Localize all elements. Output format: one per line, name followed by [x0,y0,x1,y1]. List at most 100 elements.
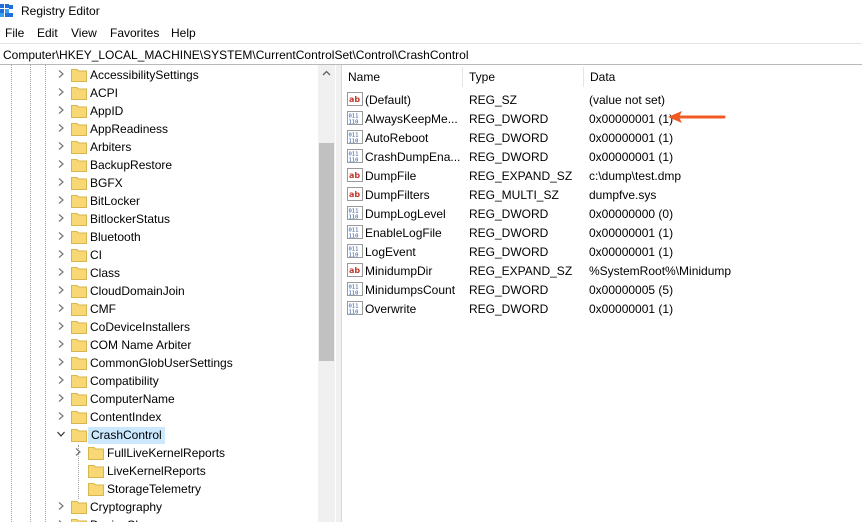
tree-item[interactable]: Class [0,264,318,282]
value-row[interactable]: ab MinidumpDir REG_EXPAND_SZ %SystemRoot%\M… [342,261,863,280]
tree-item-label[interactable]: AppID [88,104,125,119]
value-row[interactable]: 011 110 AlwaysKeepMe... REG_DWORD 0x00000001… [342,109,863,128]
scroll-up-arrow-icon[interactable] [318,65,335,82]
tree-item-label[interactable]: BGFX [88,176,125,191]
chevron-right-icon[interactable] [56,339,66,349]
tree-item[interactable]: ComputerName [0,390,318,408]
tree-item[interactable]: CommonGlobUserSettings [0,354,318,372]
tree-item[interactable]: CrashControl [0,426,318,444]
chevron-right-icon[interactable] [56,267,66,277]
value-row[interactable]: 011 110 CrashDumpEna... REG_DWORD 0x00000001… [342,147,863,166]
tree-item-label[interactable]: Arbiters [88,140,133,155]
tree-item-label[interactable]: BitLocker [88,194,142,209]
chevron-right-icon[interactable] [56,249,66,259]
column-header-data[interactable]: Data [584,65,854,87]
chevron-right-icon[interactable] [56,213,66,223]
tree-item[interactable]: ACPI [0,84,318,102]
tree-item[interactable]: Compatibility [0,372,318,390]
value-row[interactable]: 011 110 EnableLogFile REG_DWORD 0x00000001 (… [342,223,863,242]
chevron-right-icon[interactable] [56,357,66,367]
key-tree[interactable]: AccessibilitySettings ACPI AppID AppReadine… [0,65,336,522]
tree-item[interactable]: BGFX [0,174,318,192]
value-row[interactable]: 011 110 Overwrite REG_DWORD 0x00000001 (1) [342,299,863,318]
chevron-right-icon[interactable] [56,231,66,241]
chevron-right-icon[interactable] [56,501,66,511]
tree-item[interactable]: StorageTelemetry [0,480,318,498]
menu-file[interactable]: File [5,26,24,40]
tree-item-label[interactable]: CoDeviceInstallers [88,320,192,335]
chevron-right-icon[interactable] [56,411,66,421]
tree-item[interactable]: AppReadiness [0,120,318,138]
menu-view[interactable]: View [71,26,97,40]
tree-item[interactable]: Cryptography [0,498,318,516]
tree-item-label[interactable]: AppReadiness [88,122,170,137]
value-row[interactable]: 011 110 AutoReboot REG_DWORD 0x00000001 (1) [342,128,863,147]
tree-item-label[interactable]: StorageTelemetry [105,482,203,497]
tree-item-label[interactable]: Bluetooth [88,230,143,245]
chevron-right-icon[interactable] [56,123,66,133]
tree-item[interactable]: ContentIndex [0,408,318,426]
chevron-down-icon[interactable] [56,429,66,439]
tree-item-label[interactable]: COM Name Arbiter [88,338,193,353]
chevron-right-icon[interactable] [56,141,66,151]
value-row[interactable]: ab DumpFilters REG_MULTI_SZ dumpfve.sys [342,185,863,204]
chevron-right-icon[interactable] [56,375,66,385]
chevron-right-icon[interactable] [56,177,66,187]
tree-item[interactable]: CI [0,246,318,264]
value-row[interactable]: ab (Default) REG_SZ (value not set) [342,90,863,109]
chevron-right-icon[interactable] [56,69,66,79]
tree-item[interactable]: COM Name Arbiter [0,336,318,354]
column-header-type[interactable]: Type [463,65,583,87]
tree-item-label[interactable]: CloudDomainJoin [88,284,187,299]
chevron-right-icon[interactable] [73,447,83,457]
tree-item-label[interactable]: ACPI [88,86,120,101]
chevron-right-icon[interactable] [56,87,66,97]
tree-item-label[interactable]: Cryptography [88,500,164,515]
tree-item-label[interactable]: ComputerName [88,392,177,407]
chevron-right-icon[interactable] [56,321,66,331]
tree-item[interactable]: BackupRestore [0,156,318,174]
address-bar[interactable]: Computer\HKEY_LOCAL_MACHINE\SYSTEM\Curre… [0,43,862,65]
tree-item-label[interactable]: BackupRestore [88,158,174,173]
column-header-name[interactable]: Name [342,65,462,87]
tree-item-label[interactable]: ContentIndex [88,410,163,425]
tree-item-label[interactable]: BitlockerStatus [88,212,172,227]
value-row[interactable]: 011 110 MinidumpsCount REG_DWORD 0x00000005 … [342,280,863,299]
tree-item[interactable]: CMF [0,300,318,318]
tree-item[interactable]: BitLocker [0,192,318,210]
tree-item-label[interactable]: FullLiveKernelReports [105,446,227,461]
value-row[interactable]: ab DumpFile REG_EXPAND_SZ c:\dump\test.dmp [342,166,863,185]
tree-item[interactable]: DeviceClasses [0,516,318,522]
tree-item[interactable]: LiveKernelReports [0,462,318,480]
tree-item-label[interactable]: CrashControl [88,427,165,444]
chevron-right-icon[interactable] [56,159,66,169]
chevron-right-icon[interactable] [56,393,66,403]
tree-scrollbar[interactable] [318,65,335,522]
tree-item[interactable]: CloudDomainJoin [0,282,318,300]
menu-edit[interactable]: Edit [37,26,58,40]
tree-item[interactable]: CoDeviceInstallers [0,318,318,336]
menu-help[interactable]: Help [171,26,196,40]
value-row[interactable]: 011 110 LogEvent REG_DWORD 0x00000001 (1) [342,242,863,261]
values-list[interactable]: Name Type Data ab (Default) REG_SZ (value n… [342,65,863,522]
tree-item[interactable]: AppID [0,102,318,120]
tree-item-label[interactable]: DeviceClasses [88,518,171,522]
tree-item-label[interactable]: Class [88,266,122,281]
tree-item-label[interactable]: AccessibilitySettings [88,68,201,83]
tree-item[interactable]: BitlockerStatus [0,210,318,228]
tree-item-label[interactable]: CMF [88,302,118,317]
tree-item[interactable]: FullLiveKernelReports [0,444,318,462]
menu-favorites[interactable]: Favorites [110,26,159,40]
tree-item[interactable]: Arbiters [0,138,318,156]
tree-item-label[interactable]: Compatibility [88,374,161,389]
value-row[interactable]: 011 110 DumpLogLevel REG_DWORD 0x00000000 (0… [342,204,863,223]
tree-item-label[interactable]: CommonGlobUserSettings [88,356,235,371]
chevron-right-icon[interactable] [56,285,66,295]
tree-item[interactable]: AccessibilitySettings [0,66,318,84]
chevron-right-icon[interactable] [56,105,66,115]
tree-item-label[interactable]: LiveKernelReports [105,464,208,479]
tree-item-label[interactable]: CI [88,248,104,263]
scroll-thumb[interactable] [319,143,334,361]
address-path[interactable]: Computer\HKEY_LOCAL_MACHINE\SYSTEM\Curre… [3,48,469,62]
tree-item[interactable]: Bluetooth [0,228,318,246]
